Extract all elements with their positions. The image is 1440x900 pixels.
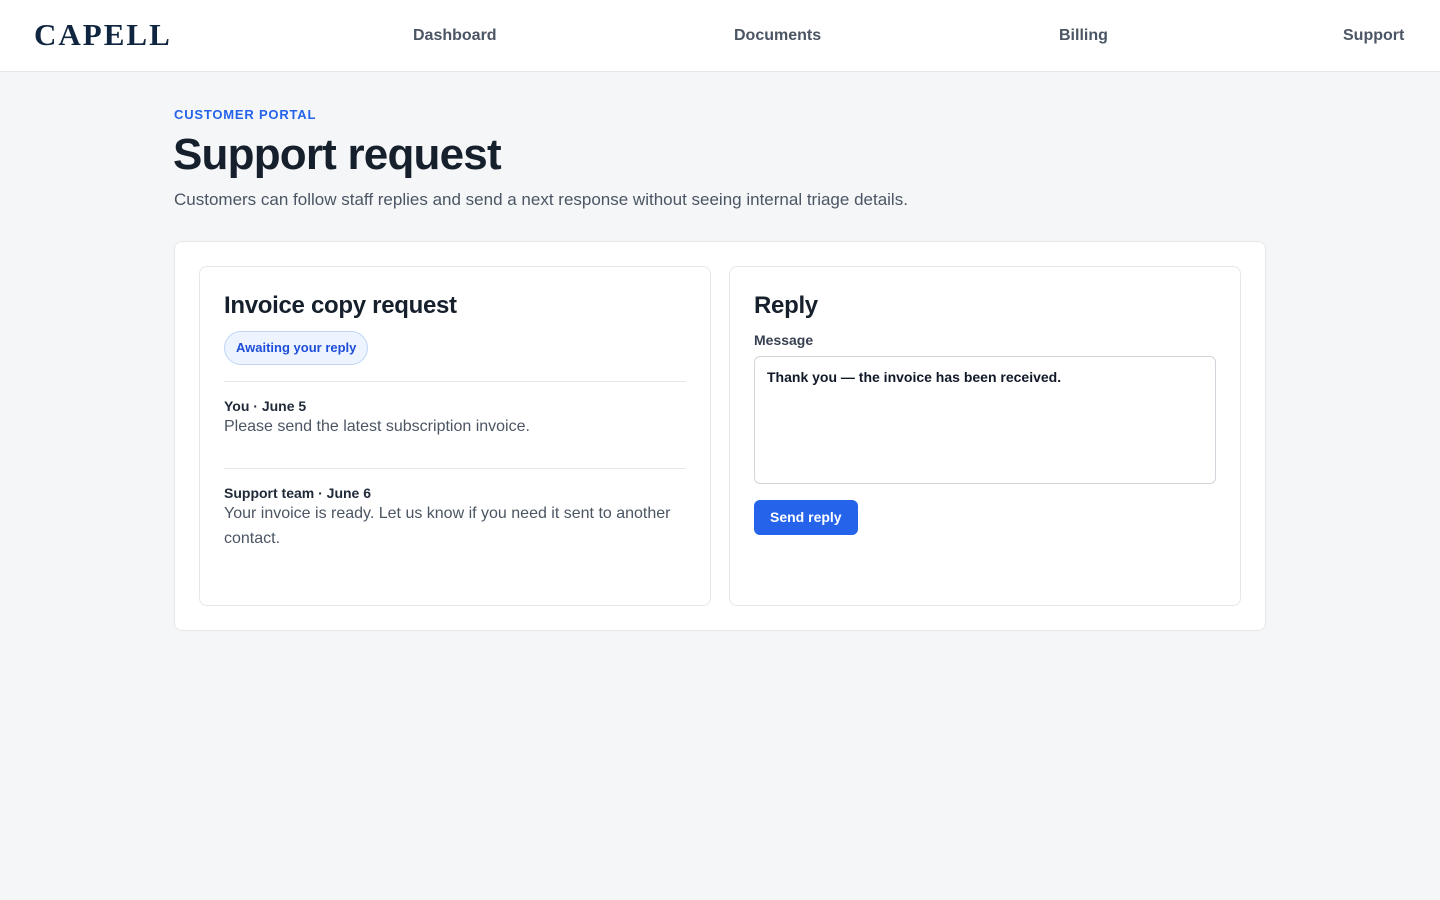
thread-divider bbox=[224, 468, 686, 469]
message-body-support: Your invoice is ready. Let us know if yo… bbox=[224, 505, 671, 547]
message-meta-support: Support team · June 6 bbox=[224, 485, 372, 501]
capell-logo[interactable]: CAPELL bbox=[34, 16, 172, 54]
message-body-customer: Please send the latest subscription invo… bbox=[224, 418, 530, 435]
nav-link-support[interactable]: Support bbox=[1343, 26, 1404, 46]
nav-link-billing[interactable]: Billing bbox=[1059, 26, 1108, 46]
request-title: Invoice copy request bbox=[224, 292, 457, 319]
message-textarea[interactable]: Thank you — the invoice has been receive… bbox=[754, 356, 1216, 484]
reply-panel: Reply Message Thank you — the invoice ha… bbox=[729, 266, 1241, 606]
message-label: Message bbox=[754, 332, 814, 348]
status-badge: Awaiting your reply bbox=[224, 331, 369, 365]
page-eyebrow: CUSTOMER PORTAL bbox=[174, 107, 317, 122]
page-title: Support request bbox=[173, 130, 502, 179]
send-reply-button[interactable]: Send reply bbox=[754, 500, 858, 535]
page-subtitle: Customers can follow staff replies and s… bbox=[174, 190, 908, 209]
request-thread-panel: Invoice copy request Awaiting your reply… bbox=[199, 266, 711, 606]
nav-link-documents[interactable]: Documents bbox=[734, 26, 821, 46]
top-navigation-bar: CAPELL Dashboard Documents Billing Suppo… bbox=[0, 0, 1440, 72]
message-meta-customer: You · June 5 bbox=[224, 398, 307, 414]
thread-divider bbox=[224, 381, 686, 382]
support-request-card: Invoice copy request Awaiting your reply… bbox=[174, 241, 1266, 631]
reply-title: Reply bbox=[754, 292, 818, 319]
nav-link-dashboard[interactable]: Dashboard bbox=[413, 26, 497, 46]
